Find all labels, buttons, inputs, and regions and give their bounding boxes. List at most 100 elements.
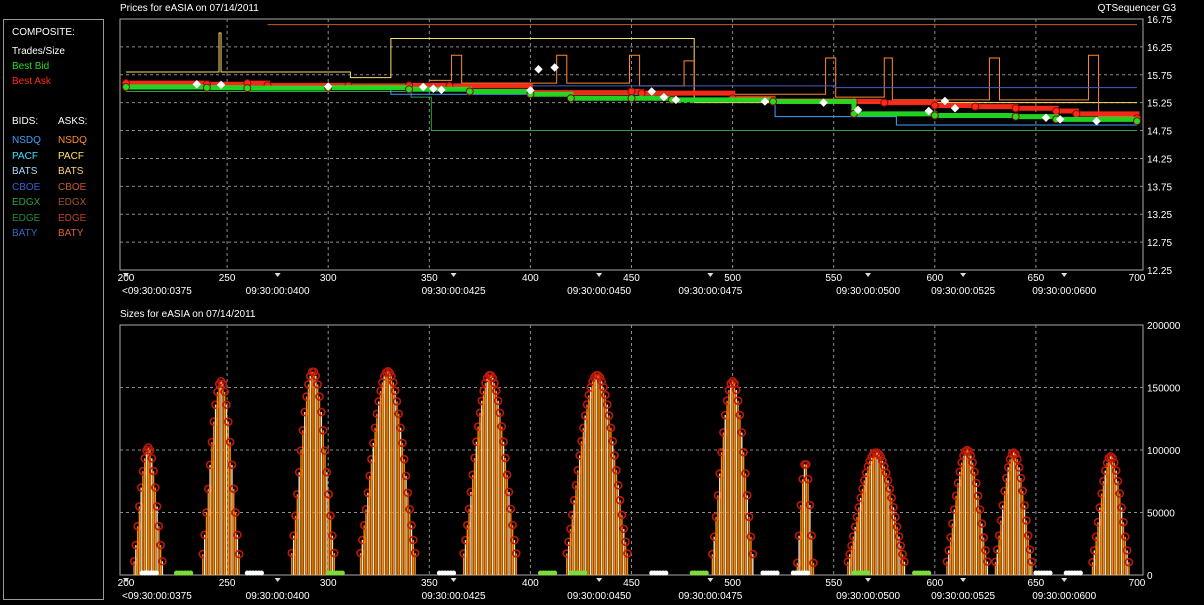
best-ask-point bbox=[930, 101, 939, 110]
best-bid-point bbox=[122, 83, 130, 92]
best-bid-point bbox=[465, 87, 474, 96]
time-marker bbox=[596, 273, 603, 277]
time-label: 09:30:00:0525 bbox=[931, 591, 995, 602]
y-tick-label: 15.25 bbox=[1147, 99, 1172, 110]
x-tick-label: 450 bbox=[623, 273, 640, 284]
y-tick-label: 50000 bbox=[1147, 509, 1175, 520]
baseline-trade-marker bbox=[703, 570, 709, 576]
best-ask-point bbox=[1052, 107, 1061, 116]
time-label: 09:30:00:0475 bbox=[678, 591, 742, 602]
best-bid-point bbox=[405, 85, 414, 94]
x-tick-label: 550 bbox=[825, 273, 842, 284]
time-label: 09:30:00:0600 bbox=[1032, 591, 1096, 602]
best-ask-point bbox=[627, 87, 636, 96]
baseline-trade-marker bbox=[774, 570, 780, 576]
baseline-trade-marker bbox=[663, 570, 669, 576]
x-tick-label: 600 bbox=[926, 578, 943, 589]
best-bid-point bbox=[1133, 117, 1141, 126]
time-label: <09:30:00:0375 bbox=[122, 286, 192, 297]
baseline-trade-marker bbox=[1077, 570, 1083, 576]
baseline-trade-marker bbox=[153, 570, 159, 576]
time-label: 09:30:00:0500 bbox=[836, 591, 900, 602]
time-label: 09:30:00:0450 bbox=[567, 591, 631, 602]
baseline-trade-marker bbox=[1047, 570, 1053, 576]
x-tick-label: 250 bbox=[219, 578, 236, 589]
x-tick-label: 700 bbox=[1129, 273, 1146, 284]
best-bid-point bbox=[930, 111, 939, 120]
time-label: 09:30:00:0450 bbox=[567, 286, 631, 297]
x-tick-label: 600 bbox=[926, 273, 943, 284]
x-tick-label: 450 bbox=[623, 578, 640, 589]
x-tick-label: 350 bbox=[421, 578, 438, 589]
y-tick-label: 13.25 bbox=[1147, 210, 1172, 221]
baseline-trade-marker bbox=[451, 570, 457, 576]
time-marker bbox=[274, 273, 281, 277]
time-marker bbox=[707, 578, 714, 582]
time-label: 09:30:00:0425 bbox=[422, 286, 486, 297]
time-label: 09:30:00:0400 bbox=[246, 286, 310, 297]
y-tick-label: 12.25 bbox=[1147, 266, 1172, 277]
x-tick-label: 300 bbox=[320, 578, 337, 589]
y-tick-label: 14.25 bbox=[1147, 154, 1172, 165]
best-ask-point bbox=[880, 98, 889, 107]
time-marker bbox=[865, 273, 872, 277]
best-ask-point bbox=[637, 89, 646, 98]
y-tick-label: 0 bbox=[1147, 571, 1153, 582]
time-marker bbox=[865, 578, 872, 582]
y-tick-label: 150000 bbox=[1147, 384, 1181, 395]
best-bid-point bbox=[769, 97, 778, 106]
time-marker bbox=[1061, 273, 1068, 277]
baseline-trade-marker bbox=[926, 570, 932, 576]
baseline-trade-marker bbox=[582, 570, 588, 576]
y-tick-label: 100000 bbox=[1147, 446, 1181, 457]
time-label: 09:30:00:0475 bbox=[678, 286, 742, 297]
time-label: 09:30:00:0600 bbox=[1032, 286, 1096, 297]
best-ask-point bbox=[1072, 109, 1081, 118]
baseline-trade-marker bbox=[188, 570, 194, 576]
time-marker bbox=[274, 578, 281, 582]
x-tick-label: 500 bbox=[724, 578, 741, 589]
best-bid-point bbox=[566, 94, 575, 103]
y-tick-label: 13.75 bbox=[1147, 182, 1172, 193]
x-tick-label: 250 bbox=[219, 273, 236, 284]
price-chart: 16.75 16.25 15.75 15.25 14.75 14.25 13.75 13.25… bbox=[118, 15, 1173, 297]
baseline-trade-marker bbox=[339, 570, 345, 576]
y-tick-label: 14.75 bbox=[1147, 127, 1172, 138]
x-tick-label: 700 bbox=[1129, 578, 1146, 589]
time-marker bbox=[450, 578, 457, 582]
time-marker bbox=[596, 578, 603, 582]
y-tick-label: 200000 bbox=[1147, 321, 1181, 332]
size-chart: 200000150000100000500000200 250 300 350 400 4… bbox=[118, 321, 1181, 602]
y-tick-label: 12.75 bbox=[1147, 238, 1172, 249]
time-label: 09:30:00:0500 bbox=[836, 286, 900, 297]
y-tick-label: 16.75 bbox=[1147, 15, 1172, 26]
baseline-trade-marker bbox=[258, 570, 264, 576]
baseline-trade-marker bbox=[865, 570, 871, 576]
best-ask-point bbox=[971, 102, 980, 111]
y-tick-label: 15.75 bbox=[1147, 71, 1172, 82]
x-tick-label: 350 bbox=[421, 273, 438, 284]
time-marker bbox=[1061, 578, 1068, 582]
baseline-trade-marker bbox=[552, 570, 558, 576]
best-ask-point bbox=[1011, 104, 1020, 113]
best-bid-point bbox=[1011, 112, 1020, 121]
best-bid-point bbox=[243, 84, 252, 93]
time-label: 09:30:00:0400 bbox=[246, 591, 310, 602]
x-tick-label: 650 bbox=[1028, 578, 1045, 589]
time-marker bbox=[960, 578, 967, 582]
x-tick-label: 300 bbox=[320, 273, 337, 284]
time-label: <09:30:00:0375 bbox=[122, 591, 192, 602]
x-tick-label: 400 bbox=[522, 578, 539, 589]
baseline-trade-marker bbox=[804, 570, 810, 576]
time-label: 09:30:00:0525 bbox=[931, 286, 995, 297]
x-tick-label: 650 bbox=[1028, 273, 1045, 284]
time-marker bbox=[707, 273, 714, 277]
time-marker bbox=[450, 273, 457, 277]
y-tick-label: 16.25 bbox=[1147, 43, 1172, 54]
best-bid-point bbox=[202, 83, 211, 92]
time-label: 09:30:00:0425 bbox=[422, 591, 486, 602]
best-bid-point bbox=[627, 94, 636, 103]
x-tick-label: 500 bbox=[724, 273, 741, 284]
x-tick-label: 400 bbox=[522, 273, 539, 284]
x-tick-label: 550 bbox=[825, 578, 842, 589]
